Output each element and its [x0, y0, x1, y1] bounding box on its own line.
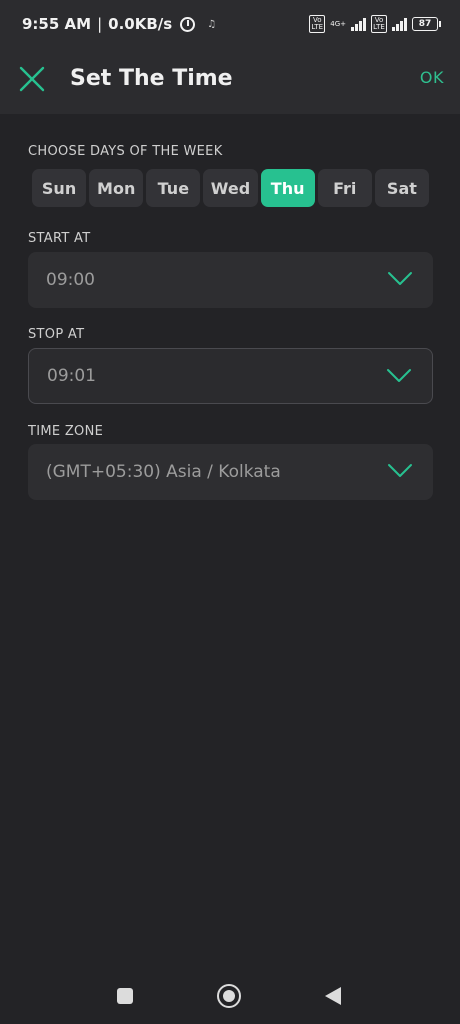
- status-bar: 9:55 AM | 0.0KB/s ♫ Vo LTE 4G+ Vo LTE 87: [0, 0, 460, 48]
- days-selector: Sun Mon Tue Wed Thu Fri Sat: [32, 169, 429, 207]
- day-button-sun[interactable]: Sun: [32, 169, 87, 207]
- stop-at-label: STOP AT: [28, 327, 85, 342]
- day-button-tue[interactable]: Tue: [146, 169, 201, 207]
- music-note-icon: ♫: [207, 18, 217, 30]
- day-button-wed[interactable]: Wed: [203, 169, 258, 207]
- day-button-thu[interactable]: Thu: [260, 169, 315, 207]
- chevron-down-icon: [387, 369, 411, 382]
- days-section-label: CHOOSE DAYS OF THE WEEK: [28, 144, 223, 159]
- day-button-mon[interactable]: Mon: [89, 169, 144, 207]
- day-button-sat[interactable]: Sat: [374, 169, 429, 207]
- signal-icon-2: [392, 17, 407, 31]
- start-time-dropdown[interactable]: 09:00: [28, 252, 433, 308]
- start-time-value: 09:00: [46, 270, 95, 290]
- page-title: Set The Time: [70, 66, 233, 91]
- stop-time-value: 09:01: [47, 366, 96, 386]
- close-icon[interactable]: [18, 65, 46, 93]
- square-icon[interactable]: [117, 988, 133, 1004]
- start-at-label: START AT: [28, 231, 91, 246]
- alarm-icon: [180, 16, 196, 32]
- status-right: Vo LTE 4G+ Vo LTE 87: [309, 15, 441, 33]
- time-zone-value: (GMT+05:30) Asia / Kolkata: [46, 462, 281, 482]
- stop-time-dropdown[interactable]: 09:01: [28, 348, 433, 404]
- signal-icon: [351, 17, 366, 31]
- ok-button[interactable]: OK: [420, 68, 444, 87]
- day-button-fri[interactable]: Fri: [317, 169, 372, 207]
- battery-icon: 87: [412, 17, 441, 31]
- status-time: 9:55 AM: [22, 15, 92, 33]
- back-triangle-icon[interactable]: [323, 985, 343, 1007]
- system-nav-bar: [0, 960, 460, 1024]
- volte-icon: Vo LTE: [309, 15, 326, 33]
- status-left: 9:55 AM | 0.0KB/s ♫: [22, 15, 216, 33]
- status-speed: 0.0KB/s: [108, 15, 173, 33]
- chevron-down-icon: [388, 272, 412, 285]
- chevron-down-icon: [388, 464, 412, 477]
- time-zone-dropdown[interactable]: (GMT+05:30) Asia / Kolkata: [28, 444, 433, 500]
- app-header: Set The Time OK: [0, 48, 460, 114]
- time-zone-label: TIME ZONE: [28, 424, 104, 439]
- network-type-label: 4G+: [330, 20, 346, 28]
- home-circle-icon[interactable]: [217, 984, 241, 1008]
- volte-icon-2: Vo LTE: [371, 15, 387, 33]
- screen: 9:55 AM | 0.0KB/s ♫ Vo LTE 4G+ Vo LTE 87…: [0, 0, 460, 1024]
- status-separator: |: [97, 15, 103, 33]
